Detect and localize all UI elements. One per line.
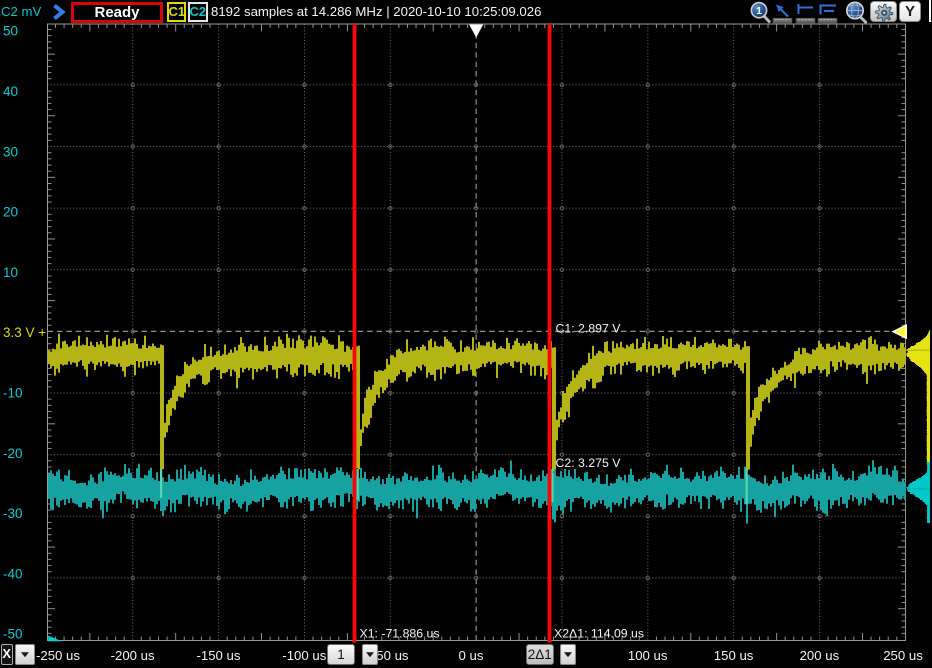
svg-text:C1: 2.897 V: C1: 2.897 V	[556, 322, 622, 336]
svg-text:C2: 3.275 V: C2: 3.275 V	[556, 456, 622, 470]
svg-text:-50: -50	[3, 627, 23, 642]
svg-text:1: 1	[756, 5, 762, 17]
svg-text:-40: -40	[3, 566, 23, 581]
svg-text:20: 20	[3, 205, 18, 220]
svg-text:50: 50	[3, 24, 18, 39]
svg-text:X2Δ1: 114.09 us: X2Δ1: 114.09 us	[554, 627, 644, 641]
svg-text:-20: -20	[3, 446, 23, 461]
svg-text:40: 40	[3, 84, 18, 99]
svg-text:10: 10	[3, 265, 18, 280]
svg-text:30: 30	[3, 144, 18, 159]
svg-text:3.3 V +: 3.3 V +	[3, 325, 46, 340]
svg-text:-30: -30	[3, 506, 23, 521]
svg-text:-10: -10	[3, 386, 23, 401]
svg-text:X1: -71.886 us: X1: -71.886 us	[360, 627, 440, 641]
